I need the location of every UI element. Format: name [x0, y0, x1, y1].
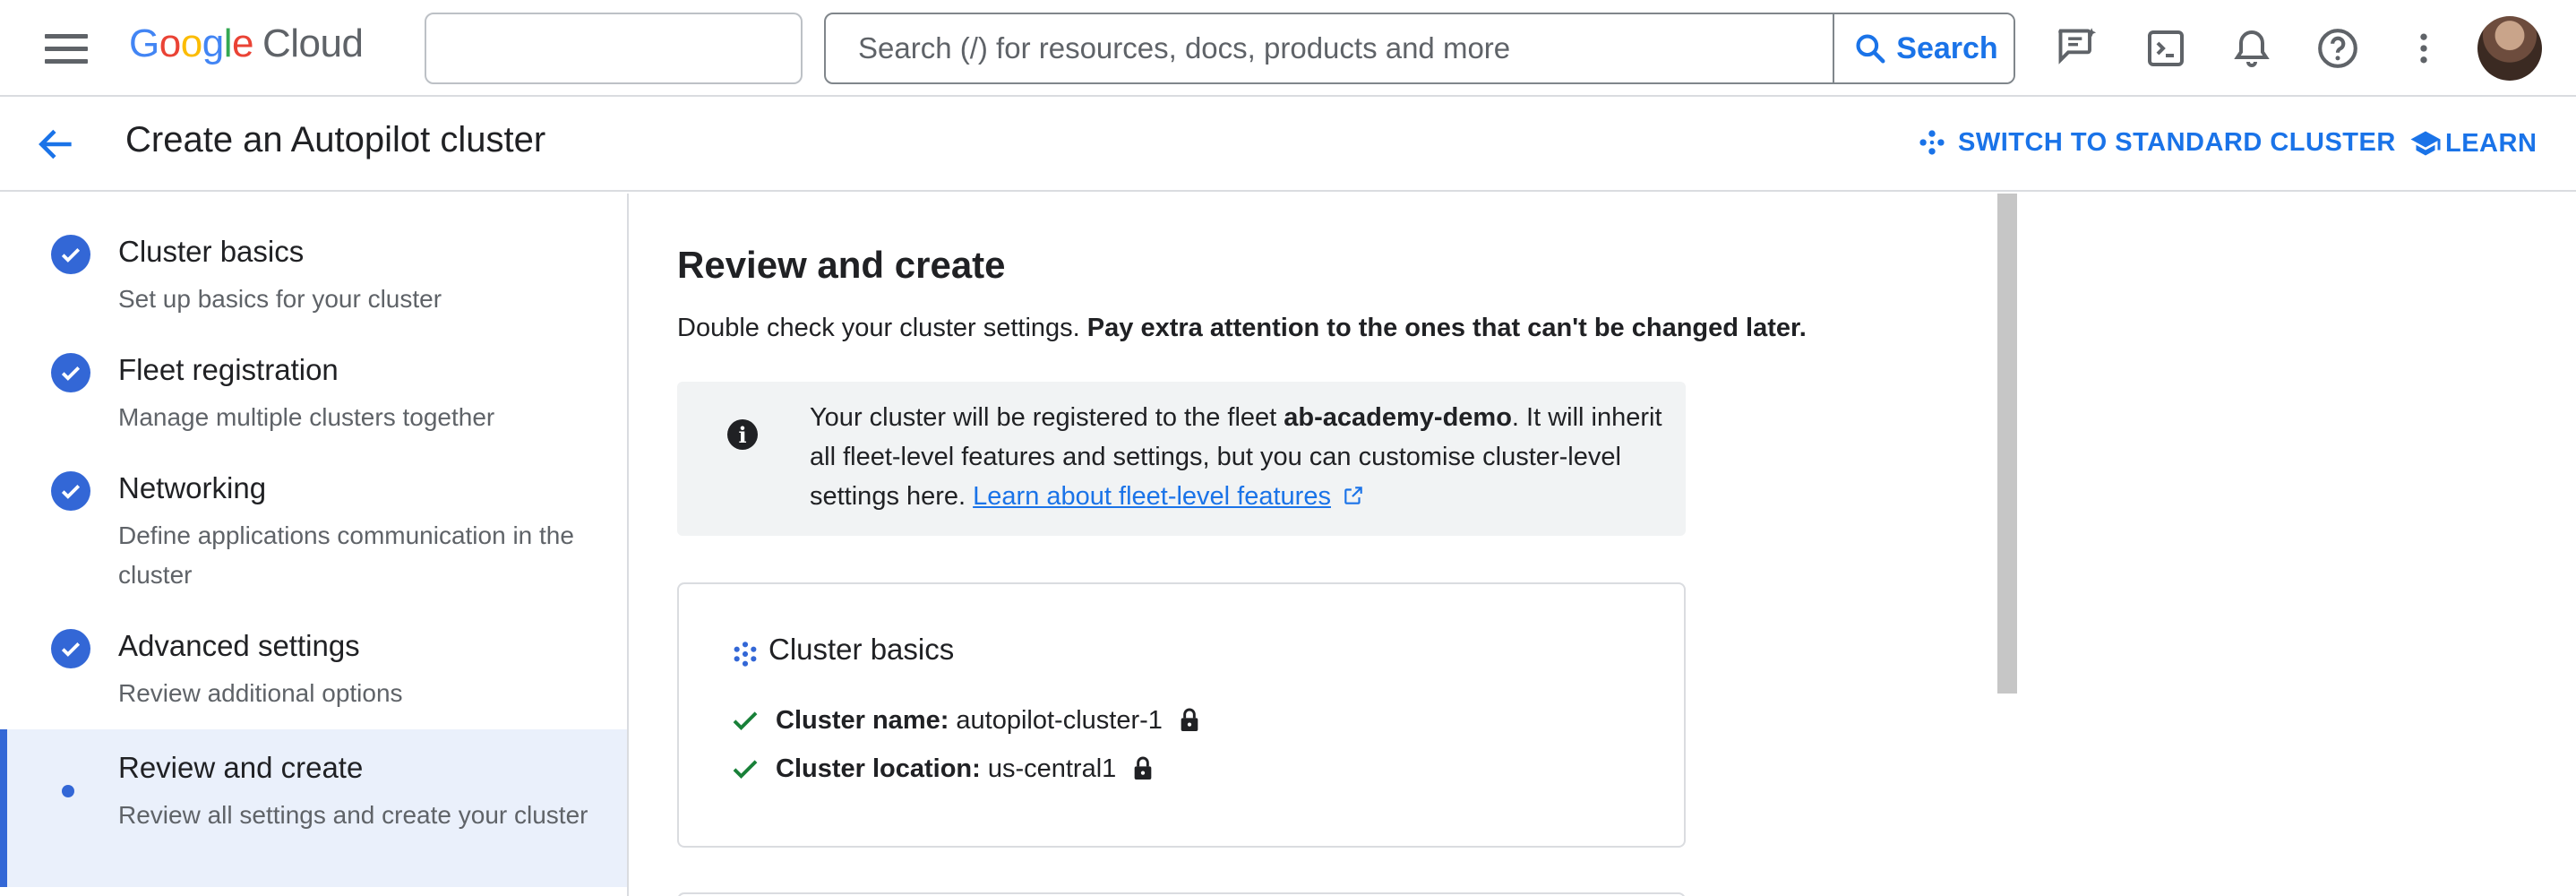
- more-vert-icon[interactable]: [2397, 22, 2451, 75]
- search-bar: Search: [824, 13, 2015, 84]
- check-icon: [733, 711, 758, 731]
- step-title: Review and create: [118, 751, 364, 784]
- check-circle-icon: [51, 353, 90, 392]
- fleet-features-link[interactable]: Learn about fleet-level features: [973, 482, 1331, 511]
- step-advanced-settings[interactable]: Advanced settings Review additional opti…: [0, 588, 627, 707]
- current-step-dot: [62, 785, 74, 797]
- search-button-label: Search: [1896, 30, 1998, 65]
- info-text-before: Your cluster will be registered to the f…: [810, 403, 1284, 432]
- google-cloud-logo[interactable]: Google Cloud: [129, 22, 364, 66]
- step-title: Networking: [118, 471, 267, 504]
- fleet-info-banner: i Your cluster will be registered to the…: [677, 382, 1686, 536]
- info-text: Your cluster will be registered to the f…: [810, 398, 1670, 516]
- cloud-shell-icon[interactable]: [2139, 22, 2193, 75]
- cluster-icon: [1919, 130, 1945, 155]
- card-title: Cluster basics: [769, 633, 955, 666]
- check-circle-icon: [51, 235, 90, 274]
- learn-label: LEARN: [2445, 128, 2537, 158]
- step-title: Fleet registration: [118, 353, 339, 386]
- menu-icon[interactable]: [45, 34, 88, 65]
- lock-icon: [1134, 756, 1152, 780]
- step-description: Define applications communication in the…: [118, 521, 574, 589]
- info-icon: i: [727, 419, 758, 450]
- back-arrow-icon[interactable]: [34, 122, 79, 167]
- field-value: us-central1: [987, 754, 1117, 783]
- school-icon: [2410, 131, 2441, 156]
- step-title: Advanced settings: [118, 629, 360, 662]
- learn-button[interactable]: LEARN: [2409, 127, 2537, 159]
- fleet-name: ab-academy-demo: [1284, 403, 1512, 432]
- project-picker[interactable]: [425, 13, 803, 84]
- top-bar: Google Cloud Search: [0, 0, 2576, 97]
- avatar[interactable]: [2477, 16, 2542, 81]
- cluster-location-row: Cluster location: us-central1: [729, 753, 1157, 785]
- step-networking[interactable]: Networking Define applications communica…: [0, 430, 627, 589]
- page-title: Create an Autopilot cluster: [125, 120, 546, 159]
- page-header: Create an Autopilot cluster SWITCH TO ST…: [0, 97, 2576, 192]
- notifications-icon[interactable]: [2225, 22, 2279, 75]
- switch-to-standard-button[interactable]: SWITCH TO STANDARD CLUSTER: [1917, 127, 2396, 158]
- step-title: Cluster basics: [118, 235, 305, 268]
- search-icon: [1856, 34, 1885, 64]
- check-circle-icon: [51, 471, 90, 511]
- step-cluster-basics[interactable]: Cluster basics Set up basics for your cl…: [0, 194, 627, 313]
- lock-icon: [1181, 708, 1198, 731]
- step-description: Review all settings and create your clus…: [118, 801, 588, 829]
- stepper-sidebar: Cluster basics Set up basics for your cl…: [0, 194, 629, 896]
- scrollbar[interactable]: [1997, 194, 2017, 694]
- check-circle-icon: [51, 629, 90, 668]
- intro-text: Double check your cluster settings. Pay …: [677, 314, 1807, 343]
- help-icon[interactable]: [2311, 22, 2365, 75]
- cluster-basics-card: Cluster basics Cluster name: autopilot-c…: [677, 582, 1686, 848]
- step-review-and-create[interactable]: Review and create Review all settings an…: [0, 729, 627, 887]
- intro-plain: Double check your cluster settings.: [677, 314, 1087, 342]
- section-title: Review and create: [677, 244, 1006, 286]
- next-summary-card: [677, 892, 1686, 896]
- field-value: autopilot-cluster-1: [956, 705, 1163, 735]
- cluster-name-row: Cluster name: autopilot-cluster-1: [729, 704, 1204, 737]
- cluster-basics-icon: [734, 642, 757, 667]
- intro-emphasis: Pay extra attention to the ones that can…: [1086, 314, 1807, 342]
- active-step-indicator: [0, 729, 7, 887]
- step-fleet-registration[interactable]: Fleet registration Manage multiple clust…: [0, 312, 627, 431]
- feedback-icon[interactable]: [2051, 22, 2105, 75]
- check-icon: [733, 760, 758, 780]
- switch-to-standard-label: SWITCH TO STANDARD CLUSTER: [1958, 127, 2396, 157]
- main-content: Review and create Double check your clus…: [631, 194, 2001, 896]
- search-button[interactable]: Search: [1833, 14, 2014, 82]
- field-label: Cluster name:: [776, 705, 949, 735]
- search-input[interactable]: [826, 14, 1833, 82]
- external-link-icon[interactable]: [1342, 484, 1365, 507]
- field-label: Cluster location:: [776, 754, 981, 783]
- step-description: Review additional options: [118, 679, 403, 707]
